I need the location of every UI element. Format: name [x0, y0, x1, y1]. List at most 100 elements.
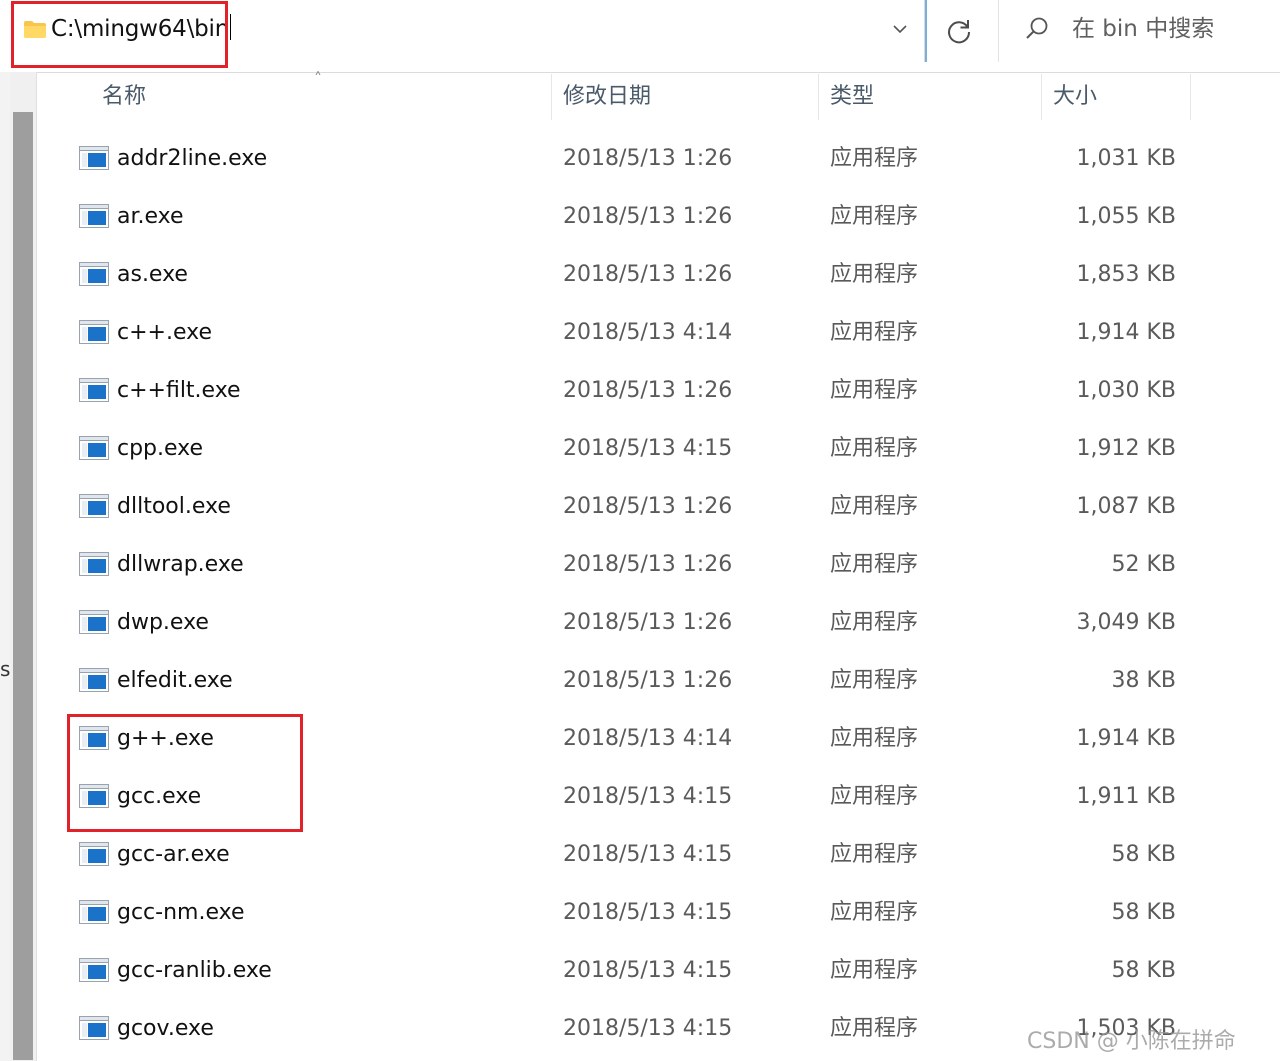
file-name: gcov.exe [117, 1016, 214, 1041]
file-size: 1,031 KB [1076, 146, 1177, 171]
search-icon [1026, 17, 1048, 39]
file-type: 应用程序 [830, 146, 919, 171]
file-type: 应用程序 [830, 1016, 919, 1041]
file-row[interactable]: addr2line.exe 2018/5/13 1:26 应用程序 1,031 KB [40, 130, 1280, 188]
text-caret [230, 14, 232, 40]
exe-file-icon [79, 146, 109, 170]
exe-file-icon [79, 262, 109, 286]
file-modified: 2018/5/13 1:26 [563, 610, 733, 635]
file-modified: 2018/5/13 4:15 [563, 900, 733, 925]
scroll-up-button[interactable] [10, 72, 36, 110]
file-type: 应用程序 [830, 494, 919, 519]
file-row[interactable]: ar.exe 2018/5/13 1:26 应用程序 1,055 KB [40, 188, 1280, 246]
file-type: 应用程序 [830, 668, 919, 693]
column-divider[interactable] [1041, 74, 1042, 120]
chevron-down-icon [893, 25, 907, 34]
file-type: 应用程序 [830, 900, 919, 925]
refresh-button[interactable] [925, 0, 991, 62]
vertical-scrollbar[interactable] [10, 72, 37, 1061]
column-divider[interactable] [551, 74, 552, 120]
file-type: 应用程序 [830, 436, 919, 461]
exe-file-icon [79, 552, 109, 576]
column-header-modified[interactable]: 修改日期 [563, 72, 818, 120]
file-row[interactable]: gcc-ranlib.exe 2018/5/13 4:15 应用程序 58 KB [40, 942, 1280, 1000]
file-modified: 2018/5/13 4:15 [563, 436, 733, 461]
file-modified: 2018/5/13 1:26 [563, 262, 733, 287]
file-row[interactable]: c++.exe 2018/5/13 4:14 应用程序 1,914 KB [40, 304, 1280, 362]
file-modified: 2018/5/13 4:14 [563, 320, 733, 345]
file-name: c++filt.exe [117, 378, 241, 403]
file-modified: 2018/5/13 1:26 [563, 378, 733, 403]
file-modified: 2018/5/13 1:26 [563, 494, 733, 519]
file-modified: 2018/5/13 1:26 [563, 204, 733, 229]
search-input[interactable]: 在 bin 中搜索 [1072, 12, 1214, 46]
exe-file-icon [79, 958, 109, 982]
file-name: cpp.exe [117, 436, 204, 461]
file-modified: 2018/5/13 4:15 [563, 958, 733, 983]
file-size: 1,914 KB [1076, 726, 1177, 751]
address-history-dropdown[interactable] [888, 17, 912, 41]
file-name: dllwrap.exe [117, 552, 244, 577]
nav-pane-edge: s [0, 72, 10, 1061]
column-header-type[interactable]: 类型 [830, 72, 1040, 120]
file-name: gcc-nm.exe [117, 900, 245, 925]
file-row[interactable]: elfedit.exe 2018/5/13 1:26 应用程序 38 KB [40, 652, 1280, 710]
file-type: 应用程序 [830, 320, 919, 345]
column-divider[interactable] [1190, 74, 1191, 120]
file-modified: 2018/5/13 1:26 [563, 146, 733, 171]
file-modified: 2018/5/13 1:26 [563, 552, 733, 577]
file-name: elfedit.exe [117, 668, 233, 693]
file-size: 1,912 KB [1076, 436, 1177, 461]
exe-file-icon [79, 842, 109, 866]
refresh-icon [948, 20, 971, 44]
file-size: 58 KB [1111, 900, 1176, 925]
file-size: 1,087 KB [1076, 494, 1177, 519]
address-highlight-box [11, 1, 228, 68]
file-type: 应用程序 [830, 552, 919, 577]
watermark: CSDN @ 小陈在拼命 [1027, 1029, 1236, 1054]
search-box[interactable]: 在 bin 中搜索 [998, 0, 1280, 62]
file-modified: 2018/5/13 4:15 [563, 1016, 733, 1041]
exe-file-icon [79, 494, 109, 518]
file-name: as.exe [117, 262, 188, 287]
file-size: 1,055 KB [1076, 204, 1177, 229]
file-name: c++.exe [117, 320, 212, 345]
file-size: 58 KB [1111, 842, 1176, 867]
exe-file-icon [79, 668, 109, 692]
file-type: 应用程序 [830, 204, 919, 229]
file-type: 应用程序 [830, 726, 919, 751]
file-type: 应用程序 [830, 842, 919, 867]
file-size: 1,853 KB [1076, 262, 1177, 287]
file-modified: 2018/5/13 4:15 [563, 842, 733, 867]
column-header-size[interactable]: 大小 [1053, 72, 1189, 120]
file-name: dlltool.exe [117, 494, 231, 519]
file-size: 1,911 KB [1076, 784, 1177, 809]
file-row[interactable]: dlltool.exe 2018/5/13 1:26 应用程序 1,087 KB [40, 478, 1280, 536]
file-name: ar.exe [117, 204, 184, 229]
file-name: addr2line.exe [117, 146, 268, 171]
file-row[interactable]: c++filt.exe 2018/5/13 1:26 应用程序 1,030 KB [40, 362, 1280, 420]
file-row[interactable]: as.exe 2018/5/13 1:26 应用程序 1,853 KB [40, 246, 1280, 304]
file-row[interactable]: dllwrap.exe 2018/5/13 1:26 应用程序 52 KB [40, 536, 1280, 594]
column-divider[interactable] [818, 74, 819, 120]
file-name: dwp.exe [117, 610, 209, 635]
file-row[interactable]: gcc-nm.exe 2018/5/13 4:15 应用程序 58 KB [40, 884, 1280, 942]
file-type: 应用程序 [830, 610, 919, 635]
file-type: 应用程序 [830, 784, 919, 809]
scrollbar-thumb[interactable] [13, 112, 33, 1060]
top-bar: C:\mingw64\bin 在 bin 中搜索 [0, 0, 1280, 73]
file-row[interactable]: gcc-ar.exe 2018/5/13 4:15 应用程序 58 KB [40, 826, 1280, 884]
file-row[interactable]: dwp.exe 2018/5/13 1:26 应用程序 3,049 KB [40, 594, 1280, 652]
exe-file-icon [79, 204, 109, 228]
file-row[interactable]: cpp.exe 2018/5/13 4:15 应用程序 1,912 KB [40, 420, 1280, 478]
column-header-name[interactable]: 名称 [102, 72, 550, 120]
exe-file-icon [79, 1016, 109, 1040]
file-name: gcc-ranlib.exe [117, 958, 272, 983]
file-size: 52 KB [1111, 552, 1176, 577]
file-size: 58 KB [1111, 958, 1176, 983]
file-type: 应用程序 [830, 378, 919, 403]
file-modified: 2018/5/13 4:14 [563, 726, 733, 751]
file-name: gcc-ar.exe [117, 842, 230, 867]
file-type: 应用程序 [830, 958, 919, 983]
column-header: ˄ 名称 修改日期 类型 大小 [40, 70, 1280, 122]
